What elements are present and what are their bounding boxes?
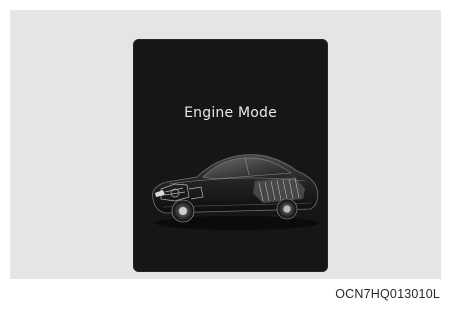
- engine-mode-title: Engine Mode: [184, 105, 277, 121]
- figure-code: OCN7HQ013010L: [335, 287, 440, 301]
- cluster-display: Engine Mode: [133, 39, 328, 272]
- car-xray-illustration-icon: [152, 154, 319, 230]
- vehicle-illustration: [145, 137, 325, 237]
